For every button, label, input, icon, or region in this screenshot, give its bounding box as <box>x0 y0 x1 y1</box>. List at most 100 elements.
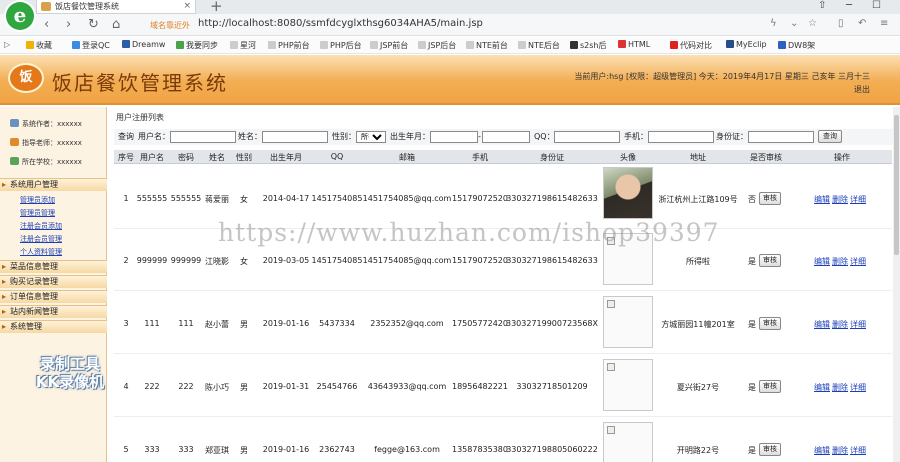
cell-phone: 13587835380 <box>452 445 508 454</box>
cell-gender: 女 <box>240 195 248 204</box>
cell-username: 111 <box>144 319 160 328</box>
bookmark-item[interactable]: PHP后台 <box>320 40 362 51</box>
menu-group-news[interactable]: 站内新闻管理 <box>0 305 107 318</box>
audit-button[interactable]: 审核 <box>759 254 781 267</box>
bookmark-item[interactable]: HTML <box>618 40 650 49</box>
menu-member-manage[interactable]: 注册会员管理 <box>20 234 62 244</box>
page-icon <box>518 41 526 49</box>
tab-title: 饭店餐饮管理系统 <box>55 2 119 11</box>
logout-link[interactable]: 退出 <box>530 83 870 96</box>
menu-group-dishes[interactable]: 菜品信息管理 <box>0 260 107 273</box>
phone-label: 手机： <box>624 132 648 141</box>
back-icon[interactable]: ‹ <box>44 17 49 32</box>
username-input[interactable] <box>170 131 236 143</box>
bookmark-item[interactable]: NTE后台 <box>518 40 560 51</box>
birth-start-input[interactable] <box>430 131 478 143</box>
minimize-icon[interactable]: ─ <box>846 0 852 11</box>
page-icon <box>370 41 378 49</box>
cell-email: 2352352@qq.com <box>370 319 444 328</box>
detail-link[interactable]: 详细 <box>850 382 866 393</box>
tab-close-icon[interactable]: × <box>183 0 191 13</box>
bookmark-item[interactable]: JSP后台 <box>418 40 456 51</box>
delete-link[interactable]: 删除 <box>832 445 848 456</box>
phone-input[interactable] <box>648 131 714 143</box>
menu-group-purchases[interactable]: 购买记录管理 <box>0 275 107 288</box>
idcard-input[interactable] <box>748 131 814 143</box>
delete-link[interactable]: 删除 <box>832 319 848 330</box>
edit-link[interactable]: 编辑 <box>814 445 830 456</box>
edit-link[interactable]: 编辑 <box>814 382 830 393</box>
qq-input[interactable] <box>554 131 620 143</box>
birth-end-input[interactable] <box>482 131 530 143</box>
menu-profile-manage[interactable]: 个人资料管理 <box>20 247 62 257</box>
cell-phone: 15179072520 <box>452 194 508 203</box>
app-logo-icon: 饭 <box>8 63 44 93</box>
bookmark-item[interactable]: 我要同步 <box>176 40 218 51</box>
menu-group-users[interactable]: 系统用户管理 <box>0 178 107 191</box>
table-row: 3 111 111 赵小蕾 男 2019-01-16 5437334 2352352@qq.c… <box>114 292 892 354</box>
edit-link[interactable]: 编辑 <box>814 194 830 205</box>
menu-member-add[interactable]: 注册会员添加 <box>20 221 62 231</box>
menu-group-system[interactable]: 系统管理 <box>0 320 107 333</box>
edit-link[interactable]: 编辑 <box>814 256 830 267</box>
cell-audited: 是 <box>748 257 756 266</box>
broken-image-icon <box>603 296 653 348</box>
bookmark-item[interactable]: s2sh后 <box>570 40 607 51</box>
bookmark-item[interactable]: NTE前台 <box>466 40 508 51</box>
column-header: 邮箱 <box>399 153 415 162</box>
bookmark-item[interactable]: 代码对比 <box>670 40 712 51</box>
cell-phone: 15179072520 <box>452 256 508 265</box>
bolt-icon[interactable]: ϟ <box>770 18 777 29</box>
audit-button[interactable]: 审核 <box>759 192 781 205</box>
browser-tab[interactable]: 饭店餐饮管理系统 × <box>36 0 196 14</box>
sidebar-info: 系统作者：xxxxxx 指导老师：xxxxxx 所在学校：xxxxxx <box>0 107 106 167</box>
teacher-icon <box>10 138 19 146</box>
detail-link[interactable]: 详细 <box>850 445 866 456</box>
reload-icon[interactable]: ↻ <box>88 17 99 32</box>
delete-link[interactable]: 删除 <box>832 194 848 205</box>
detail-link[interactable]: 详细 <box>850 319 866 330</box>
scrollbar-thumb[interactable] <box>894 115 899 255</box>
undo-icon[interactable]: ↶ <box>858 18 866 29</box>
bookmark-item[interactable]: PHP前台 <box>268 40 310 51</box>
search-button[interactable]: 查询 <box>818 130 842 143</box>
new-tab-button[interactable]: + <box>210 0 223 15</box>
delete-link[interactable]: 删除 <box>832 256 848 267</box>
detail-link[interactable]: 详细 <box>850 256 866 267</box>
maximize-icon[interactable]: ☐ <box>872 0 881 11</box>
menu-admin-manage[interactable]: 管理员管理 <box>20 208 55 218</box>
star-icon[interactable]: ☆ <box>808 18 817 29</box>
page-icon <box>268 41 276 49</box>
bookmarks-toggle-icon[interactable]: ▷ <box>4 40 10 49</box>
detail-link[interactable]: 详细 <box>850 194 866 205</box>
bookmark-item[interactable]: 登录QC <box>72 40 110 51</box>
menu-admin-add[interactable]: 管理员添加 <box>20 195 55 205</box>
audit-button[interactable]: 审核 <box>759 443 781 456</box>
name-input[interactable] <box>262 131 328 143</box>
cell-phone: 18956482221 <box>452 382 508 391</box>
url-field[interactable]: http://localhost:8080/ssmfdcyglxthsg6034… <box>198 18 483 29</box>
delete-link[interactable]: 删除 <box>832 382 848 393</box>
edit-link[interactable]: 编辑 <box>814 319 830 330</box>
menu-icon[interactable]: ≡ <box>880 18 888 29</box>
pin-icon[interactable]: ⇧ <box>818 0 826 11</box>
dropdown-icon[interactable]: ⌄ <box>790 18 798 29</box>
bookmark-item[interactable]: DW8架 <box>778 40 815 51</box>
menu-group-orders[interactable]: 订单信息管理 <box>0 290 107 303</box>
audit-button[interactable]: 审核 <box>759 317 781 330</box>
dw-icon <box>122 40 130 48</box>
author-info: 系统作者：xxxxxx <box>10 119 106 129</box>
bookmark-item[interactable]: Dreamw <box>122 40 165 49</box>
column-header: 手机 <box>472 153 488 162</box>
user-icon <box>10 119 19 127</box>
audit-button[interactable]: 审核 <box>759 380 781 393</box>
bookmark-item[interactable]: 星河 <box>230 40 256 51</box>
scrollbar[interactable] <box>893 107 900 462</box>
gender-select[interactable]: 所有 <box>356 131 386 143</box>
home-icon[interactable]: ⌂ <box>112 17 120 32</box>
reader-icon[interactable]: ▯ <box>838 18 844 29</box>
forward-icon[interactable]: › <box>66 17 71 32</box>
bookmark-item[interactable]: MyEclip <box>726 40 767 49</box>
bookmark-item[interactable]: 收藏 <box>26 40 52 51</box>
bookmark-item[interactable]: JSP前台 <box>370 40 408 51</box>
